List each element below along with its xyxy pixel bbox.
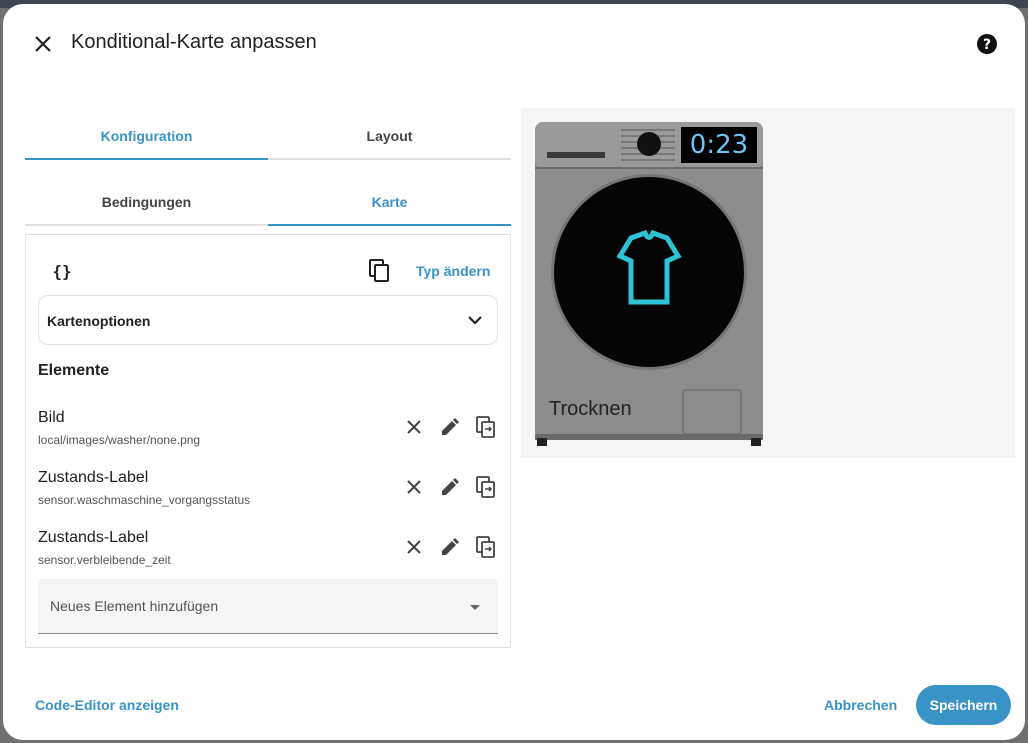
card-preview: 0:23 Trocknen (521, 108, 1015, 458)
add-element-select[interactable]: Neues Element hinzufügen (38, 579, 498, 634)
remove-icon[interactable] (402, 475, 426, 499)
duplicate-icon[interactable] (474, 415, 498, 439)
element-row: Bild local/images/washer/none.png (38, 409, 498, 449)
element-subtitle: sensor.waschmaschine_vorgangsstatus (38, 493, 251, 507)
element-subtitle: local/images/washer/none.png (38, 433, 201, 447)
duplicate-icon[interactable] (474, 475, 498, 499)
change-type-button[interactable]: Typ ändern (416, 263, 490, 279)
main-tabs: Konfiguration Layout (25, 114, 511, 160)
card-options-label: Kartenoptionen (47, 313, 151, 329)
tab-karte[interactable]: Karte (268, 180, 511, 226)
element-title: Zustands-Label (38, 529, 149, 546)
edit-card-dialog: Konditional-Karte anpassen ? Konfigurati… (3, 4, 1025, 740)
element-row: Zustands-Label sensor.waschmaschine_vorg… (38, 469, 498, 509)
dropdown-arrow-icon (470, 605, 480, 610)
card-editor-panel: {} Typ ändern Kartenoptionen Elemente Bi… (25, 234, 511, 648)
close-icon[interactable] (27, 28, 59, 60)
element-title: Bild (38, 409, 65, 426)
chevron-down-icon (463, 308, 487, 332)
washer-state-label: Trocknen (549, 398, 632, 420)
element-subtitle: sensor.verbleibende_zeit (38, 553, 171, 567)
copy-icon[interactable] (368, 259, 392, 283)
cancel-button[interactable]: Abbrechen (824, 697, 897, 713)
svg-text:?: ? (983, 37, 991, 53)
duplicate-icon[interactable] (474, 535, 498, 559)
edit-pencil-icon[interactable] (438, 415, 462, 439)
edit-pencil-icon[interactable] (438, 475, 462, 499)
help-icon[interactable]: ? (971, 28, 1003, 60)
code-braces-icon[interactable]: {} (50, 259, 74, 283)
tab-konfiguration[interactable]: Konfiguration (25, 114, 268, 160)
washer-card[interactable]: 0:23 Trocknen (535, 122, 763, 448)
code-editor-button[interactable]: Code-Editor anzeigen (35, 697, 179, 713)
add-element-label: Neues Element hinzufügen (50, 598, 219, 614)
element-title: Zustands-Label (38, 469, 149, 486)
tab-bedingungen[interactable]: Bedingungen (25, 180, 268, 224)
element-row: Zustands-Label sensor.verbleibende_zeit (38, 529, 498, 569)
remaining-time-label: 0:23 (681, 127, 757, 163)
sub-tabs: Bedingungen Karte (25, 180, 511, 226)
dialog-header: Konditional-Karte anpassen ? (3, 4, 1025, 80)
card-options-expander[interactable]: Kartenoptionen (38, 295, 498, 345)
elements-heading: Elemente (38, 362, 110, 379)
edit-pencil-icon[interactable] (438, 535, 462, 559)
dialog-title: Konditional-Karte anpassen (71, 31, 317, 53)
tab-layout[interactable]: Layout (268, 114, 511, 158)
save-button[interactable]: Speichern (916, 685, 1011, 725)
remove-icon[interactable] (402, 535, 426, 559)
remove-icon[interactable] (402, 415, 426, 439)
